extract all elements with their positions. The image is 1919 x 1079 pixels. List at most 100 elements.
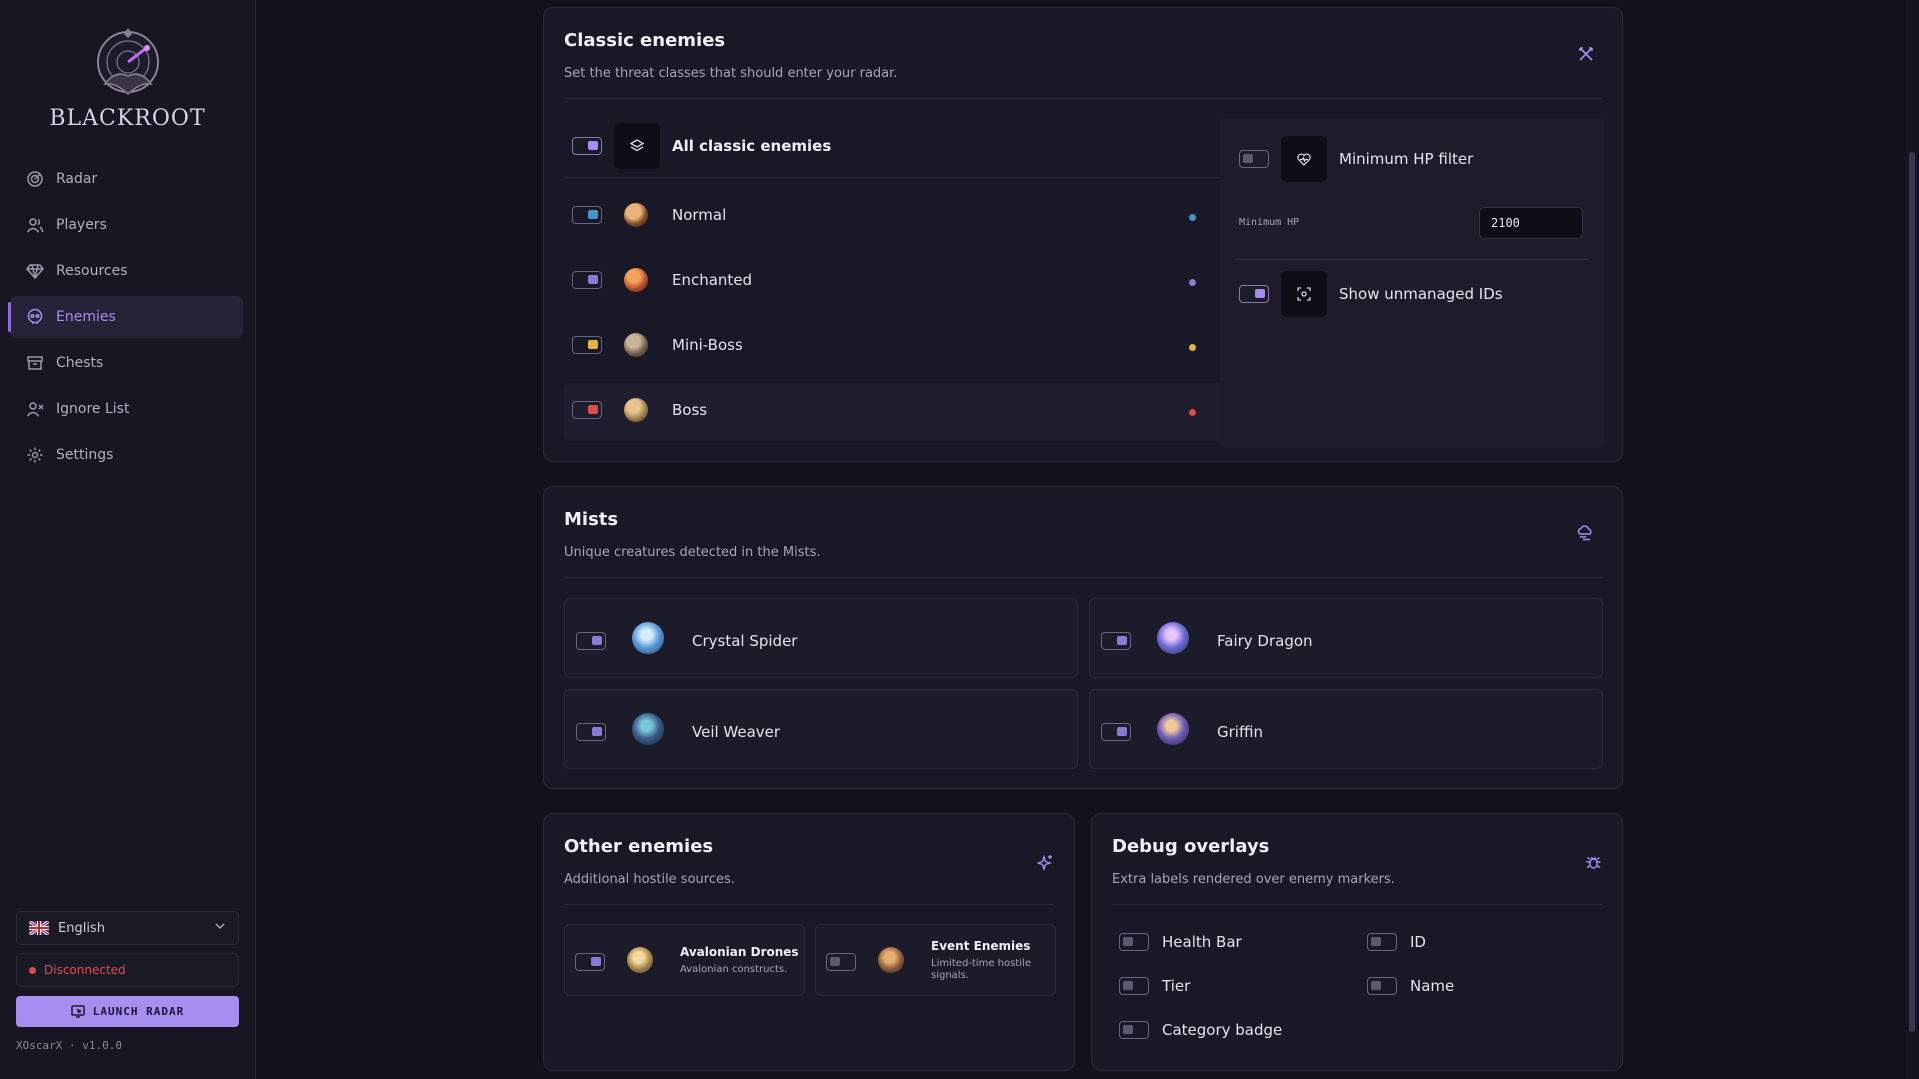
mist-row: Griffin — [1101, 713, 1263, 745]
category-badge-toggle[interactable] — [1119, 1021, 1149, 1039]
crystal-spider-avatar — [632, 622, 664, 654]
debug-option-label: Tier — [1162, 977, 1191, 995]
mist-tile-fairy-dragon[interactable]: Fairy Dragon — [1089, 598, 1603, 678]
card-title: Mists — [564, 509, 619, 530]
mini-boss-toggle[interactable] — [572, 336, 602, 354]
fairy-dragon-toggle[interactable] — [1101, 632, 1131, 650]
mini-boss-color-dot — [1189, 344, 1196, 351]
cloud-fog-icon — [1576, 525, 1594, 541]
crystal-spider-toggle[interactable] — [576, 632, 606, 650]
sidebar-item-resources[interactable]: Resources — [10, 250, 243, 292]
avalonian-drones-avatar — [627, 947, 653, 973]
enchanted-avatar — [624, 268, 648, 292]
classic-enemies-card: Classic enemies Set the threat classes t… — [543, 7, 1623, 462]
creature-label: Veil Weaver — [692, 723, 781, 741]
all-classic-enemies-toggle[interactable] — [572, 137, 602, 155]
radar-icon — [26, 170, 44, 188]
mists-card: Mists Unique creatures detected in the M… — [543, 486, 1623, 789]
min-hp-input[interactable]: 2100 — [1479, 207, 1583, 239]
min-hp-filter-row[interactable]: Minimum HP filter — [1239, 136, 1473, 182]
avalonian-drones-toggle[interactable] — [575, 953, 605, 971]
app-logo[interactable]: BLACKROOT — [0, 24, 255, 131]
mist-tile-veil-weaver[interactable]: Veil Weaver — [564, 689, 1078, 769]
sidebar-item-label: Radar — [56, 171, 98, 187]
launch-window-icon — [71, 1005, 85, 1018]
normal-toggle[interactable] — [572, 206, 602, 224]
debug-option-name[interactable]: Name — [1367, 977, 1454, 995]
sidebar-item-enemies[interactable]: Enemies — [8, 296, 243, 338]
fairy-dragon-avatar — [1157, 622, 1189, 654]
sidebar-item-settings[interactable]: Settings — [10, 434, 243, 476]
show-unmanaged-toggle[interactable] — [1239, 285, 1269, 303]
launch-radar-button[interactable]: LAUNCH RADAR — [16, 996, 239, 1027]
creature-label: Fairy Dragon — [1217, 632, 1313, 650]
language-select[interactable]: English — [16, 911, 239, 945]
scrollbar-thumb[interactable] — [1909, 152, 1915, 1032]
show-unmanaged-row[interactable]: Show unmanaged IDs — [1239, 271, 1503, 317]
min-hp-icon-box — [1281, 136, 1327, 182]
sparkles-icon — [1037, 854, 1054, 871]
debug-option-health-bar[interactable]: Health Bar — [1119, 933, 1242, 951]
sidebar-item-ignore-list[interactable]: Ignore List — [10, 388, 243, 430]
tier-row-normal[interactable]: Normal — [572, 203, 726, 227]
debug-option-id[interactable]: ID — [1367, 933, 1426, 951]
sidebar-nav: Radar Players Resources Enemies Chests I… — [8, 158, 243, 480]
tier-row-mini-boss[interactable]: Mini-Boss — [572, 333, 743, 357]
tier-label: Normal — [672, 206, 727, 224]
sidebar-item-label: Resources — [56, 263, 128, 279]
version-text: XOscarX · v1.0.0 — [16, 1039, 122, 1052]
other-tile-event-enemies[interactable]: Event Enemies Limited-time hostile signa… — [815, 924, 1056, 996]
boss-toggle[interactable] — [572, 401, 602, 419]
status-dot-icon — [29, 966, 36, 974]
debug-option-label: Category badge — [1162, 1021, 1283, 1039]
veil-weaver-toggle[interactable] — [576, 723, 606, 741]
sidebar-item-label: Players — [56, 217, 107, 233]
users-icon — [26, 216, 44, 234]
layers-icon — [630, 139, 644, 152]
mist-row: Crystal Spider — [576, 622, 798, 654]
other-tile-avalonian-drones[interactable]: Avalonian Drones Avalonian constructs. — [564, 924, 805, 996]
health-bar-toggle[interactable] — [1119, 933, 1149, 951]
other-enemies-card: Other enemies Additional hostile sources… — [543, 813, 1075, 1071]
sidebar-item-label: Chests — [56, 355, 104, 371]
tier-label: Mini-Boss — [672, 336, 743, 354]
sidebar-item-chests[interactable]: Chests — [10, 342, 243, 384]
sidebar-item-players[interactable]: Players — [10, 204, 243, 246]
mist-tile-griffin[interactable]: Griffin — [1089, 689, 1603, 769]
mist-row: Veil Weaver — [576, 713, 781, 745]
chevron-down-icon — [214, 920, 226, 936]
enchanted-toggle[interactable] — [572, 271, 602, 289]
gem-icon — [26, 262, 44, 280]
event-enemies-desc: Limited-time hostile signals. — [931, 958, 1031, 981]
creature-label: Crystal Spider — [692, 632, 798, 650]
uk-flag-icon — [29, 921, 49, 935]
crossed-swords-icon — [1578, 46, 1594, 62]
sidebar-item-radar[interactable]: Radar — [10, 158, 243, 200]
tier-toggle[interactable] — [1119, 977, 1149, 995]
debug-option-category-badge[interactable]: Category badge — [1119, 1021, 1282, 1039]
tier-row-enchanted[interactable]: Enchanted — [572, 268, 752, 292]
card-subtitle: Set the threat classes that should enter… — [564, 66, 898, 81]
other-row — [826, 947, 904, 973]
name-toggle[interactable] — [1367, 977, 1397, 995]
tier-label: Boss — [672, 401, 708, 419]
card-title: Classic enemies — [564, 30, 726, 51]
mist-tile-crystal-spider[interactable]: Crystal Spider — [564, 598, 1078, 678]
page-scrollbar[interactable] — [1905, 0, 1919, 1079]
tier-row-boss[interactable]: Boss — [572, 398, 707, 422]
show-unmanaged-label: Show unmanaged IDs — [1339, 285, 1503, 303]
scan-face-icon — [1297, 287, 1311, 301]
griffin-toggle[interactable] — [1101, 723, 1131, 741]
griffin-avatar — [1157, 713, 1189, 745]
id-toggle[interactable] — [1367, 933, 1397, 951]
avalonian-drones-name: Avalonian Drones — [680, 945, 799, 959]
mist-row: Fairy Dragon — [1101, 622, 1313, 654]
sidebar-item-label: Enemies — [56, 309, 116, 325]
debug-option-tier[interactable]: Tier — [1119, 977, 1190, 995]
event-enemies-toggle[interactable] — [826, 953, 856, 971]
creature-label: Griffin — [1217, 723, 1263, 741]
min-hp-filter-toggle[interactable] — [1239, 150, 1269, 168]
min-hp-label: Minimum HP — [1239, 217, 1300, 228]
min-hp-filter-label: Minimum HP filter — [1339, 150, 1474, 168]
all-classic-enemies-row[interactable]: All classic enemies — [572, 123, 831, 169]
